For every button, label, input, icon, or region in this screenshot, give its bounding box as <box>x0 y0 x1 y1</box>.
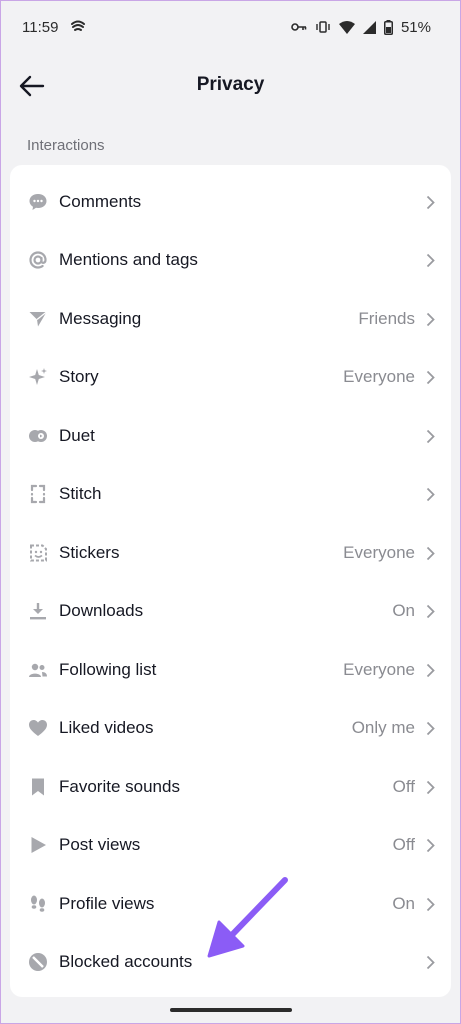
settings-row-liked-videos[interactable]: Liked videos Only me <box>10 699 451 757</box>
row-label: Story <box>59 367 99 386</box>
sparkle-icon <box>27 366 49 388</box>
chevron-right-icon <box>423 895 437 913</box>
row-label: Comments <box>59 192 142 211</box>
footprints-icon <box>27 893 49 915</box>
row-label: Favorite sounds <box>59 777 180 796</box>
heart-icon <box>27 717 49 739</box>
chevron-right-icon <box>423 661 437 679</box>
chevron-right-icon <box>423 427 437 445</box>
row-label: Profile views <box>59 894 155 913</box>
settings-row-messaging[interactable]: Messaging Friends <box>10 290 451 348</box>
home-indicator[interactable] <box>170 1008 292 1012</box>
row-value: Everyone <box>343 367 415 386</box>
chevron-right-icon <box>423 719 437 737</box>
row-value: Only me <box>351 718 415 737</box>
play-icon <box>27 834 49 856</box>
battery-percent: 51% <box>400 18 431 36</box>
chevron-right-icon <box>423 193 437 211</box>
row-label: Post views <box>59 835 141 854</box>
chevron-right-icon <box>423 836 437 854</box>
chevron-right-icon <box>423 485 437 503</box>
chevron-right-icon <box>423 602 437 620</box>
settings-row-story[interactable]: Story Everyone <box>10 348 451 406</box>
interactions-card: Comments Mentions and tags Messaging Fri… <box>10 165 451 997</box>
row-label: Following list <box>59 660 157 679</box>
row-value: Everyone <box>343 660 415 679</box>
people-icon <box>27 659 49 681</box>
row-value: Friends <box>358 309 415 328</box>
chevron-right-icon <box>423 778 437 796</box>
row-value: Everyone <box>343 543 415 562</box>
chevron-right-icon <box>423 251 437 269</box>
app-notification-icon <box>70 20 86 34</box>
back-button[interactable] <box>16 70 48 102</box>
bookmark-icon <box>27 776 49 798</box>
header: Privacy <box>0 60 461 110</box>
battery-icon <box>383 19 393 35</box>
signal-icon <box>362 20 376 34</box>
settings-row-downloads[interactable]: Downloads On <box>10 582 451 640</box>
send-icon <box>27 308 49 330</box>
block-icon <box>27 951 49 973</box>
row-value: On <box>392 601 415 620</box>
settings-row-post-views[interactable]: Post views Off <box>10 816 451 874</box>
chevron-right-icon <box>423 544 437 562</box>
wifi-icon <box>338 20 355 34</box>
settings-row-comments[interactable]: Comments <box>10 173 451 231</box>
stitch-icon <box>27 483 49 505</box>
row-label: Liked videos <box>59 718 154 737</box>
vibrate-icon <box>315 20 331 34</box>
settings-row-duet[interactable]: Duet <box>10 407 451 465</box>
status-time: 11:59 <box>22 18 59 36</box>
section-label-interactions: Interactions <box>27 137 105 154</box>
row-value: On <box>392 894 415 913</box>
chevron-right-icon <box>423 953 437 971</box>
row-label: Messaging <box>59 309 142 328</box>
arrow-left-icon <box>19 75 45 97</box>
status-bar: 11:59 51% <box>0 0 461 54</box>
row-label: Mentions and tags <box>59 250 198 269</box>
chevron-right-icon <box>423 310 437 328</box>
at-icon <box>27 249 49 271</box>
download-icon <box>27 600 49 622</box>
comment-icon <box>27 191 49 213</box>
settings-row-stickers[interactable]: Stickers Everyone <box>10 524 451 582</box>
row-label: Duet <box>59 426 95 445</box>
settings-row-favorite-sounds[interactable]: Favorite sounds Off <box>10 758 451 816</box>
page-title: Privacy <box>196 74 265 95</box>
sticker-icon <box>27 542 49 564</box>
row-label: Stickers <box>59 543 120 562</box>
row-value: Off <box>392 835 415 854</box>
duet-icon <box>27 425 49 447</box>
settings-row-profile-views[interactable]: Profile views On <box>10 875 451 933</box>
settings-row-mentions-and-tags[interactable]: Mentions and tags <box>10 231 451 289</box>
row-label: Stitch <box>59 484 102 503</box>
row-label: Downloads <box>59 601 144 620</box>
settings-row-stitch[interactable]: Stitch <box>10 465 451 523</box>
chevron-right-icon <box>423 368 437 386</box>
key-icon <box>291 22 307 32</box>
row-value: Off <box>392 777 415 796</box>
row-label: Blocked accounts <box>59 952 193 971</box>
settings-row-following-list[interactable]: Following list Everyone <box>10 641 451 699</box>
settings-row-blocked-accounts[interactable]: Blocked accounts <box>10 933 451 991</box>
